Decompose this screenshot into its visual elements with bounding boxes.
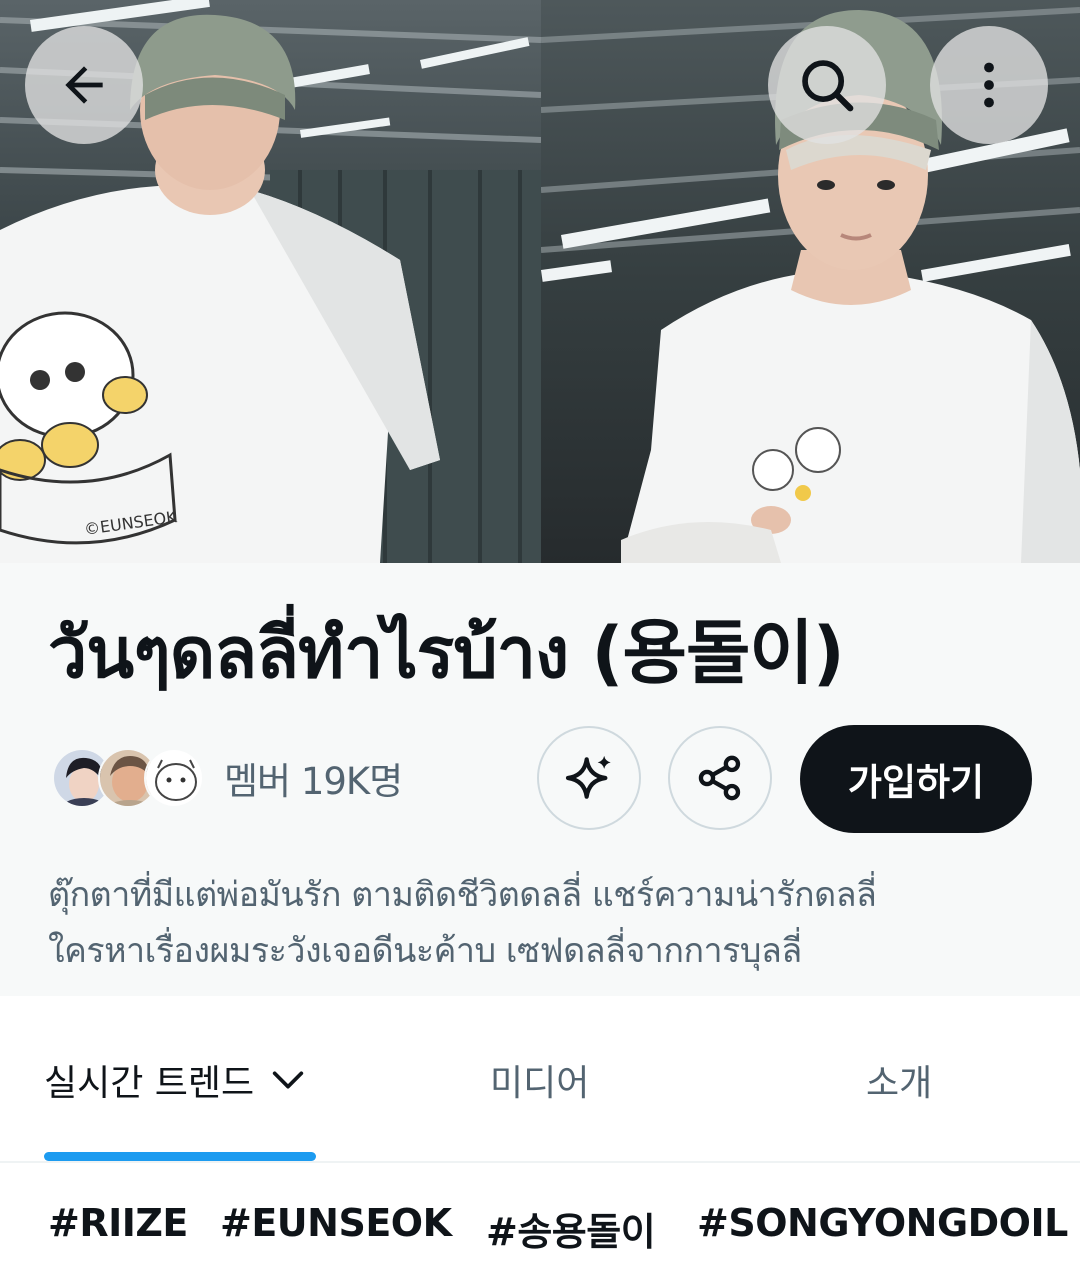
community-banner: ©EUNSEOK (0, 0, 1080, 563)
community-title: วันๆดลลี่ทำไรบ้าง (용돌이) (48, 612, 845, 694)
tab-about[interactable]: 소개 (866, 1054, 932, 1106)
arrow-left-icon (65, 66, 103, 104)
member-avatar (144, 748, 204, 808)
tab-about-label: 소개 (866, 1063, 933, 1104)
search-icon (802, 60, 854, 112)
tab-bar: 실시간 트렌드 미디어 소개 (0, 996, 1080, 1163)
more-options-button[interactable] (930, 26, 1048, 144)
description-line: ใครหาเรื่องผมระวังเจอดีนะค้าบ เซฟดลลี่จา… (48, 931, 802, 971)
hashtag-chip[interactable]: #RIIZE (48, 1201, 188, 1245)
member-count: 멤버 19K명 (224, 760, 403, 803)
share-icon (698, 755, 741, 801)
hashtag-chip[interactable]: #EUNSEOK (220, 1201, 452, 1245)
sparkle-button[interactable] (537, 726, 641, 830)
share-button[interactable] (668, 726, 772, 830)
tab-trending[interactable]: 실시간 트렌드 (44, 1054, 308, 1106)
community-description: ตุ๊กตาที่มีแต่พ่อมันรัก ตามติดชีวิตดลลี่… (48, 867, 1038, 979)
hashtag-chip[interactable]: #SONGYONGDOIL (697, 1201, 1068, 1245)
description-line: ตุ๊กตาที่มีแต่พ่อมันรัก ตามติดชีวิตดลลี่… (48, 875, 877, 915)
search-button[interactable] (768, 26, 886, 144)
hashtag-chip[interactable]: #송용돌이 (486, 1201, 656, 1256)
more-vertical-icon (984, 62, 994, 108)
active-tab-indicator (44, 1152, 316, 1161)
tab-media-label: 미디어 (490, 1063, 590, 1104)
tab-media[interactable]: 미디어 (490, 1054, 589, 1106)
hashtag-row: #RIIZE #EUNSEOK #송용돌이 #SONGYONGDOIL (0, 1163, 1080, 1285)
tab-trending-label: 실시간 트렌드 (44, 1063, 255, 1104)
join-button[interactable]: 가입하기 (800, 725, 1032, 833)
members-row[interactable]: 멤버 19K명 (52, 746, 403, 810)
back-button[interactable] (25, 26, 143, 144)
chevron-down-icon (273, 1071, 304, 1089)
sparkle-icon (565, 755, 611, 799)
